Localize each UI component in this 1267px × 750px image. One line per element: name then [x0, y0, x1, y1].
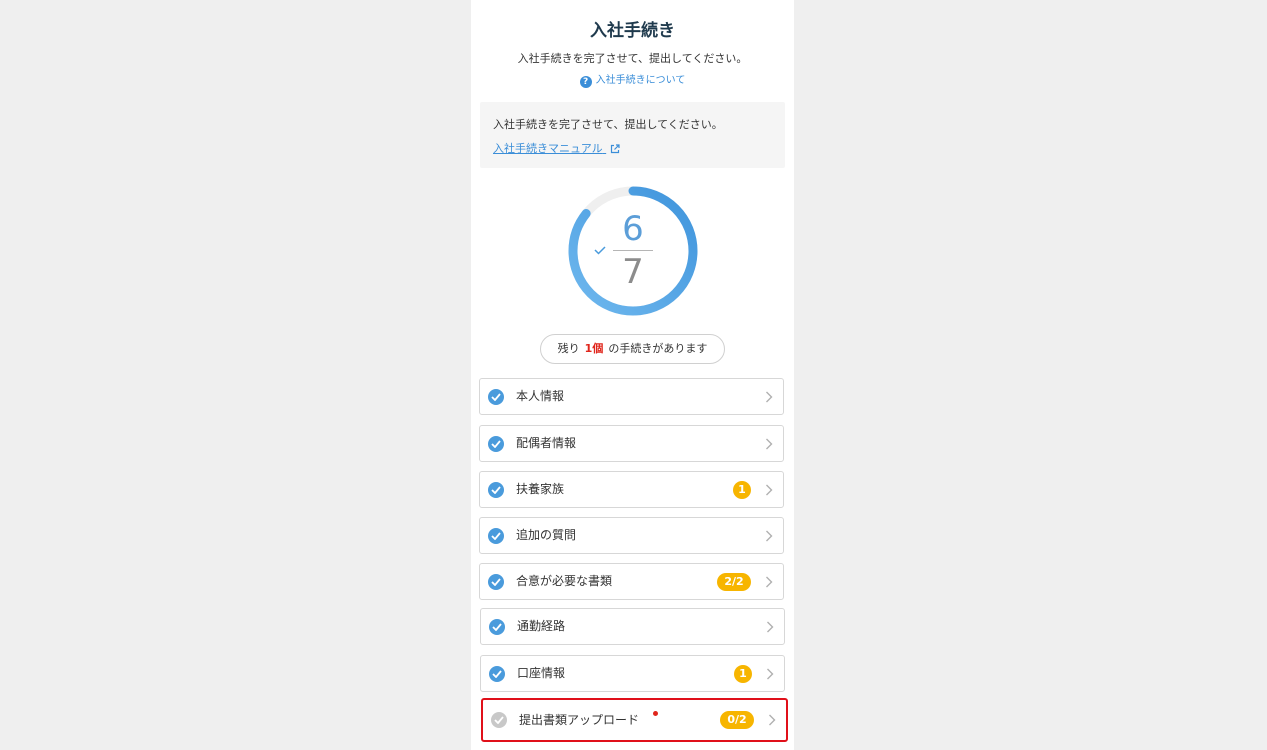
remaining-count: 1個 [584, 342, 604, 355]
count-badge: 0/2 [720, 711, 754, 729]
task-item-document-upload[interactable]: 提出書類アップロード 0/2 [481, 698, 788, 742]
chevron-right-icon [767, 621, 774, 633]
check-circle-icon [489, 619, 505, 635]
check-circle-icon [488, 389, 504, 405]
check-circle-icon [488, 528, 504, 544]
progress-ring-graphic [568, 186, 698, 316]
check-circle-icon [488, 482, 504, 498]
task-label: 口座情報 [517, 666, 566, 680]
check-icon [594, 246, 606, 255]
chevron-right-icon [769, 714, 776, 726]
chevron-right-icon [766, 530, 773, 542]
about-onboarding-label: 入社手続きについて [595, 75, 686, 86]
check-circle-icon [489, 666, 505, 682]
onboarding-panel: 入社手続き 入社手続きを完了させて、提出してください。 ? 入社手続きについて 入… [471, 0, 794, 750]
external-link-icon [611, 144, 620, 154]
task-item-spouse-info[interactable]: 配偶者情報 [479, 425, 784, 462]
task-item-personal-info[interactable]: 本人情報 [479, 378, 784, 415]
chevron-right-icon [766, 391, 773, 403]
info-text: 入社手続きを完了させて、提出してください。 [493, 118, 723, 131]
check-circle-icon [488, 436, 504, 452]
info-box: 入社手続きを完了させて、提出してください。 入社手続きマニュアル [480, 102, 785, 168]
count-badge: 1 [733, 481, 751, 499]
task-label: 提出書類アップロード [519, 713, 640, 727]
task-label: 追加の質問 [516, 528, 577, 542]
alert-dot [653, 711, 658, 716]
pending-circle-icon [491, 712, 507, 728]
task-label: 通勤経路 [517, 619, 566, 633]
task-item-consent-documents[interactable]: 合意が必要な書類 2/2 [479, 563, 784, 600]
chevron-right-icon [766, 438, 773, 450]
task-label: 配偶者情報 [516, 436, 577, 450]
manual-link[interactable]: 入社手続きマニュアル [493, 140, 620, 156]
task-item-commute-route[interactable]: 通勤経路 [480, 608, 785, 645]
chevron-right-icon [766, 484, 773, 496]
remaining-status: 残り 1個 の手続きがあります [540, 334, 725, 364]
task-label: 本人情報 [516, 389, 565, 403]
task-label: 扶養家族 [516, 482, 565, 496]
remaining-prefix: 残り [557, 342, 580, 355]
remaining-suffix: の手続きがあります [608, 342, 708, 355]
count-badge: 1 [734, 665, 752, 683]
about-onboarding-link[interactable]: ? 入社手続きについて [471, 71, 794, 88]
check-circle-icon [488, 574, 504, 590]
question-icon: ? [579, 76, 592, 88]
total-count: 7 [622, 252, 644, 292]
manual-link-label: 入社手続きマニュアル [493, 142, 603, 155]
chevron-right-icon [766, 576, 773, 588]
count-badge: 2/2 [717, 573, 751, 591]
completed-count: 6 [622, 209, 644, 249]
progress-ring: 6 7 [565, 183, 701, 319]
page-subtitle: 入社手続きを完了させて、提出してください。 [517, 52, 748, 65]
task-item-bank-account[interactable]: 口座情報 1 [480, 655, 785, 692]
chevron-right-icon [767, 668, 774, 680]
task-item-dependents[interactable]: 扶養家族 1 [479, 471, 784, 508]
task-label: 合意が必要な書類 [516, 574, 613, 588]
fraction-bar [613, 250, 653, 251]
page-title: 入社手続き [590, 21, 675, 41]
task-item-additional-questions[interactable]: 追加の質問 [479, 517, 784, 554]
